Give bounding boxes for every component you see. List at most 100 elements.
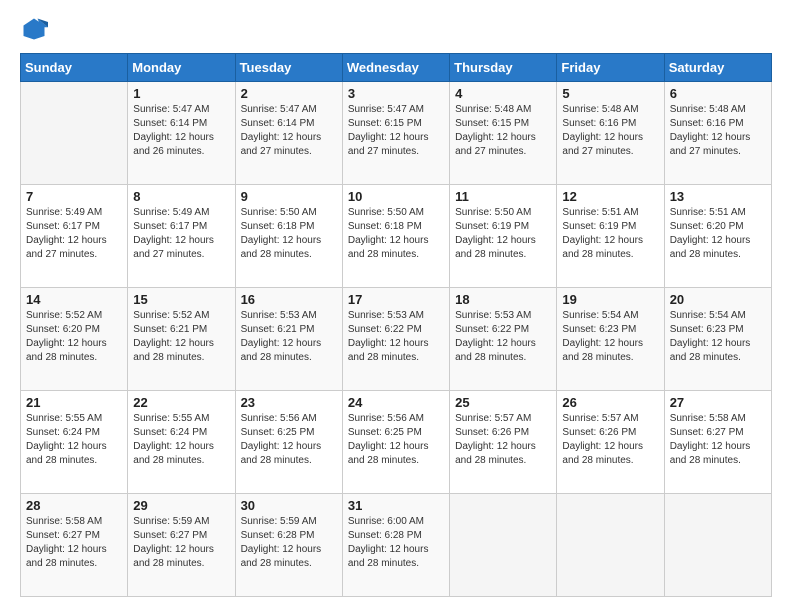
day-header-sunday: Sunday [21,54,128,82]
day-header-tuesday: Tuesday [235,54,342,82]
day-number: 20 [670,292,766,307]
calendar-cell: 9Sunrise: 5:50 AM Sunset: 6:18 PM Daylig… [235,185,342,288]
day-info: Sunrise: 5:55 AM Sunset: 6:24 PM Dayligh… [133,412,229,468]
calendar-cell: 21Sunrise: 5:55 AM Sunset: 6:24 PM Dayli… [21,391,128,494]
day-number: 15 [133,292,229,307]
calendar-cell: 30 Sunrise: 5:59 AM Sunset: 6:28 PM Dayli… [235,494,342,597]
day-info: Sunrise: 5:51 AM Sunset: 6:20 PM Dayligh… [670,206,766,262]
calendar-cell: 20 Sunrise: 5:54 AM Sunset: 6:23 PM Dayli… [664,288,771,391]
day-number: 27 [670,395,766,410]
calendar-cell: 10 Sunrise: 5:50 AM Sunset: 6:18 PM Dayli… [342,185,449,288]
calendar-cell: 11 Sunrise: 5:50 AM Sunset: 6:19 PM Dayli… [450,185,557,288]
day-info: Sunrise: 5:57 AM Sunset: 6:26 PM Dayligh… [562,412,658,468]
day-info: Sunrise: 5:54 AM Sunset: 6:23 PM Dayligh… [670,309,766,365]
calendar-week-1: 1 Sunrise: 5:47 AM Sunset: 6:14 PM Daylig… [21,82,772,185]
calendar-cell: 7 Sunrise: 5:49 AM Sunset: 6:17 PM Daylig… [21,185,128,288]
day-info: Sunrise: 5:50 AM Sunset: 6:19 PM Dayligh… [455,206,551,262]
day-number: 12 [562,189,658,204]
day-number: 2 [241,86,337,101]
calendar-cell: 23 Sunrise: 5:56 AM Sunset: 6:25 PM Dayli… [235,391,342,494]
day-header-thursday: Thursday [450,54,557,82]
day-number: 11 [455,189,551,204]
calendar-cell: 4 Sunrise: 5:48 AM Sunset: 6:15 PM Daylig… [450,82,557,185]
day-number: 31 [348,498,444,513]
day-number: 3 [348,86,444,101]
day-info: Sunrise: 5:48 AM Sunset: 6:15 PM Dayligh… [455,103,551,159]
calendar-week-3: 14Sunrise: 5:52 AM Sunset: 6:20 PM Dayli… [21,288,772,391]
day-header-friday: Friday [557,54,664,82]
day-number: 30 [241,498,337,513]
day-number: 28 [26,498,122,513]
calendar-cell [450,494,557,597]
calendar-cell: 17 Sunrise: 5:53 AM Sunset: 6:22 PM Dayli… [342,288,449,391]
day-info: Sunrise: 5:50 AM Sunset: 6:18 PM Dayligh… [348,206,444,262]
day-info: Sunrise: 5:51 AM Sunset: 6:19 PM Dayligh… [562,206,658,262]
day-info: Sunrise: 5:56 AM Sunset: 6:25 PM Dayligh… [348,412,444,468]
day-info: Sunrise: 5:50 AM Sunset: 6:18 PM Dayligh… [241,206,337,262]
day-number: 6 [670,86,766,101]
calendar-cell: 24 Sunrise: 5:56 AM Sunset: 6:25 PM Dayli… [342,391,449,494]
day-number: 18 [455,292,551,307]
day-number: 19 [562,292,658,307]
calendar-cell: 27 Sunrise: 5:58 AM Sunset: 6:27 PM Dayli… [664,391,771,494]
day-info: Sunrise: 5:48 AM Sunset: 6:16 PM Dayligh… [670,103,766,159]
day-info: Sunrise: 5:53 AM Sunset: 6:22 PM Dayligh… [348,309,444,365]
day-info: Sunrise: 5:53 AM Sunset: 6:21 PM Dayligh… [241,309,337,365]
day-info: Sunrise: 5:57 AM Sunset: 6:26 PM Dayligh… [455,412,551,468]
day-number: 24 [348,395,444,410]
day-info: Sunrise: 5:48 AM Sunset: 6:16 PM Dayligh… [562,103,658,159]
calendar-cell: 1 Sunrise: 5:47 AM Sunset: 6:14 PM Daylig… [128,82,235,185]
day-number: 29 [133,498,229,513]
day-header-monday: Monday [128,54,235,82]
day-header-saturday: Saturday [664,54,771,82]
day-number: 13 [670,189,766,204]
calendar-cell: 19 Sunrise: 5:54 AM Sunset: 6:23 PM Dayli… [557,288,664,391]
calendar-cell: 31 Sunrise: 6:00 AM Sunset: 6:28 PM Dayli… [342,494,449,597]
day-info: Sunrise: 5:52 AM Sunset: 6:21 PM Dayligh… [133,309,229,365]
day-info: Sunrise: 5:47 AM Sunset: 6:15 PM Dayligh… [348,103,444,159]
calendar-week-2: 7 Sunrise: 5:49 AM Sunset: 6:17 PM Daylig… [21,185,772,288]
day-number: 8 [133,189,229,204]
calendar-cell [21,82,128,185]
calendar-cell: 12 Sunrise: 5:51 AM Sunset: 6:19 PM Dayli… [557,185,664,288]
calendar-cell: 16 Sunrise: 5:53 AM Sunset: 6:21 PM Dayli… [235,288,342,391]
calendar-cell: 15 Sunrise: 5:52 AM Sunset: 6:21 PM Dayli… [128,288,235,391]
day-info: Sunrise: 5:59 AM Sunset: 6:27 PM Dayligh… [133,515,229,571]
logo-icon [20,15,48,43]
page: SundayMondayTuesdayWednesdayThursdayFrid… [0,0,792,612]
day-number: 23 [241,395,337,410]
day-number: 10 [348,189,444,204]
day-number: 22 [133,395,229,410]
day-info: Sunrise: 5:59 AM Sunset: 6:28 PM Dayligh… [241,515,337,571]
day-number: 1 [133,86,229,101]
calendar-cell: 2 Sunrise: 5:47 AM Sunset: 6:14 PM Daylig… [235,82,342,185]
calendar-cell: 13 Sunrise: 5:51 AM Sunset: 6:20 PM Dayli… [664,185,771,288]
day-info: Sunrise: 5:58 AM Sunset: 6:27 PM Dayligh… [670,412,766,468]
day-number: 16 [241,292,337,307]
day-info: Sunrise: 5:49 AM Sunset: 6:17 PM Dayligh… [133,206,229,262]
day-info: Sunrise: 5:47 AM Sunset: 6:14 PM Dayligh… [133,103,229,159]
calendar-table: SundayMondayTuesdayWednesdayThursdayFrid… [20,53,772,597]
calendar-cell: 18 Sunrise: 5:53 AM Sunset: 6:22 PM Dayli… [450,288,557,391]
day-info: Sunrise: 5:58 AM Sunset: 6:27 PM Dayligh… [26,515,122,571]
day-info: Sunrise: 5:54 AM Sunset: 6:23 PM Dayligh… [562,309,658,365]
day-number: 26 [562,395,658,410]
calendar-cell: 22 Sunrise: 5:55 AM Sunset: 6:24 PM Dayli… [128,391,235,494]
day-info: Sunrise: 5:53 AM Sunset: 6:22 PM Dayligh… [455,309,551,365]
day-info: Sunrise: 6:00 AM Sunset: 6:28 PM Dayligh… [348,515,444,571]
day-number: 7 [26,189,122,204]
day-info: Sunrise: 5:52 AM Sunset: 6:20 PM Dayligh… [26,309,122,365]
calendar-cell: 25Sunrise: 5:57 AM Sunset: 6:26 PM Dayli… [450,391,557,494]
calendar-cell [664,494,771,597]
calendar-cell: 3 Sunrise: 5:47 AM Sunset: 6:15 PM Daylig… [342,82,449,185]
calendar-week-5: 28 Sunrise: 5:58 AM Sunset: 6:27 PM Dayli… [21,494,772,597]
day-number: 17 [348,292,444,307]
calendar-cell: 28 Sunrise: 5:58 AM Sunset: 6:27 PM Dayli… [21,494,128,597]
day-info: Sunrise: 5:49 AM Sunset: 6:17 PM Dayligh… [26,206,122,262]
calendar-cell: 8 Sunrise: 5:49 AM Sunset: 6:17 PM Daylig… [128,185,235,288]
calendar-week-4: 21 Sunrise: 5:55 AM Sunset: 6:24 PM Dayli… [21,391,772,494]
day-info: Sunrise: 5:47 AM Sunset: 6:14 PM Dayligh… [241,103,337,159]
day-info: Sunrise: 5:56 AM Sunset: 6:25 PM Dayligh… [241,412,337,468]
day-number: 21 [26,395,122,410]
day-number: 4 [455,86,551,101]
